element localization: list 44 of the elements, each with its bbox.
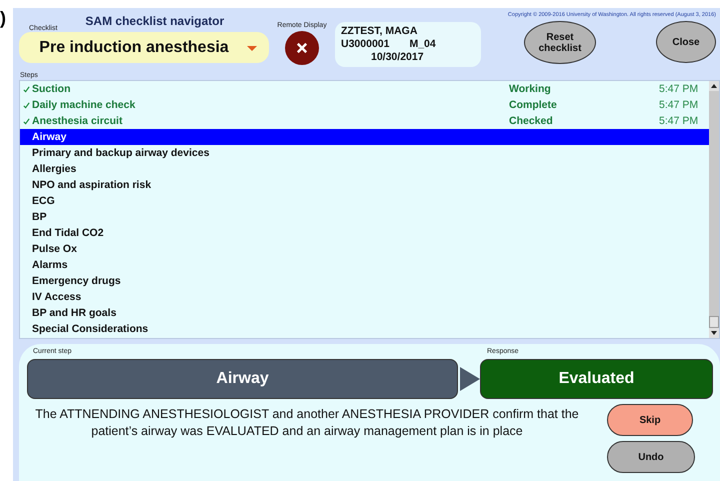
step-status: Working — [509, 83, 552, 95]
step-row[interactable]: Pulse Ox — [20, 241, 709, 257]
close-button[interactable]: Close — [656, 21, 716, 63]
app-title: SAM checklist navigator — [85, 14, 224, 28]
step-row[interactable]: Special Considerations — [20, 321, 709, 337]
step-row[interactable]: BP — [20, 209, 709, 225]
step-time: 5:47 PM — [659, 83, 699, 95]
undo-button[interactable]: Undo — [607, 441, 695, 473]
step-row[interactable]: NPO and aspiration risk — [20, 177, 709, 193]
figure-label: ) — [0, 7, 7, 30]
skip-button[interactable]: Skip — [607, 404, 693, 436]
step-time: 5:47 PM — [659, 99, 699, 111]
step-row[interactable]: Primary and backup airway devices — [20, 145, 709, 161]
checklist-dropdown[interactable]: Pre induction anesthesia — [19, 32, 269, 63]
step-row[interactable]: Emergency drugs — [20, 273, 709, 289]
step-row[interactable]: End Tidal CO2 — [20, 225, 709, 241]
step-row[interactable]: BP and HR goals — [20, 305, 709, 321]
step-row[interactable]: IV Access — [20, 289, 709, 305]
scroll-up-icon[interactable] — [709, 81, 719, 91]
step-row[interactable]: Daily machine check Complete 5:47 PM — [20, 97, 709, 113]
response-box[interactable]: Evaluated — [480, 359, 713, 399]
reset-button[interactable]: Reset checklist — [524, 21, 596, 64]
step-row[interactable]: Alarms — [20, 257, 709, 273]
scrollbar[interactable] — [709, 81, 719, 338]
step-row[interactable]: ECG — [20, 193, 709, 209]
arrow-icon — [460, 367, 480, 391]
patient-date: 10/30/2017 — [370, 51, 425, 64]
patient-name: ZZTEST, MAGA — [341, 25, 418, 38]
patient-room: M_04 — [409, 38, 436, 51]
current-step-box: Airway — [27, 359, 458, 399]
patient-id: U3000001 — [341, 38, 390, 51]
step-row[interactable]: Anesthesia circuit Checked 5:47 PM — [20, 113, 709, 129]
step-row[interactable]: Airway — [20, 129, 709, 145]
scroll-down-icon[interactable] — [709, 328, 719, 338]
caret-icon — [247, 46, 257, 51]
step-status: Complete — [509, 99, 558, 111]
step-row[interactable]: Suction Working 5:47 PM — [20, 81, 709, 97]
scroll-thumb[interactable] — [709, 316, 719, 328]
remote-display-toggle[interactable] — [285, 31, 319, 65]
step-row[interactable]: Allergies — [20, 161, 709, 177]
close-icon — [295, 41, 309, 55]
step-time: 5:47 PM — [659, 115, 699, 127]
step-status: Checked — [509, 115, 554, 127]
step-description: The ATTNENDING ANESTHESIOLOGIST and another ANESTHESIA PROVIDER confirm that the patient’s airway was EVALUATED and an airway management plan is in place — [34, 406, 580, 440]
